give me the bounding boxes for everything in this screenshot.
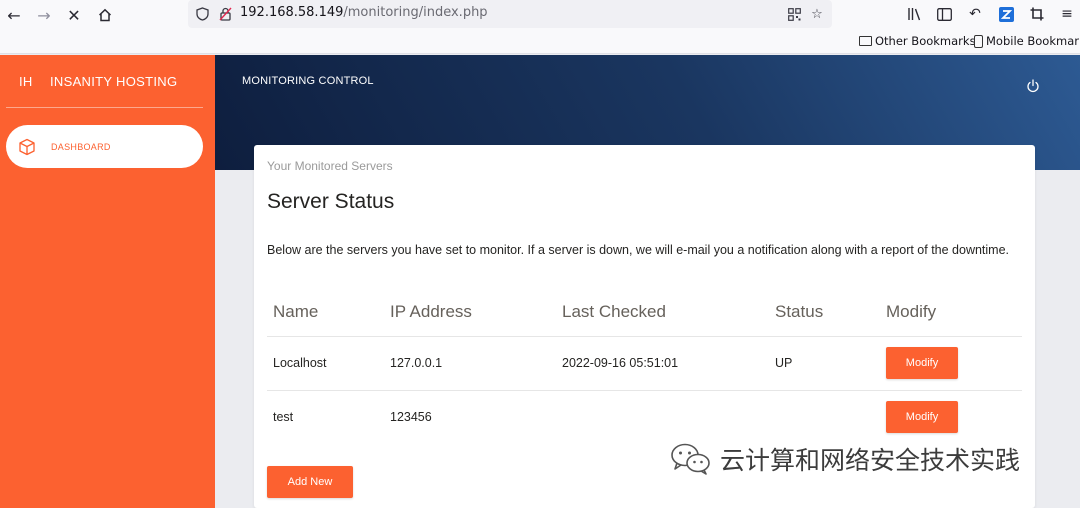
qr-code-icon[interactable] <box>785 5 803 23</box>
cell-status: UP <box>775 356 793 370</box>
extension-z-icon[interactable] <box>996 4 1016 24</box>
modify-button[interactable]: Modify <box>886 401 958 433</box>
tracking-shield-icon[interactable] <box>193 5 211 23</box>
row-divider <box>267 336 1022 337</box>
menu-hamburger-icon[interactable]: ≡ <box>1057 4 1077 24</box>
insecure-lock-icon[interactable] <box>216 5 234 23</box>
card-title: Server Status <box>267 190 395 213</box>
brand-logo-mini[interactable]: IH <box>19 74 33 89</box>
back-icon[interactable]: ← <box>3 4 25 26</box>
reply-arrow-icon[interactable]: ↶ <box>965 4 985 24</box>
cube-icon <box>19 138 35 155</box>
card-category: Your Monitored Servers <box>267 159 393 173</box>
watermark-text: 云计算和网络安全技术实践 <box>720 446 1021 475</box>
sidebar: IH INSANITY HOSTING DASHBOARD <box>0 55 215 508</box>
power-icon[interactable] <box>1026 79 1040 93</box>
column-header-last-checked: Last Checked <box>562 302 666 321</box>
sidebar-item-dashboard[interactable]: DASHBOARD <box>6 125 203 168</box>
home-icon[interactable] <box>94 4 116 26</box>
modify-button[interactable]: Modify <box>886 347 958 379</box>
cell-name: Localhost <box>273 356 327 370</box>
card-description: Below are the servers you have set to mo… <box>267 243 1010 257</box>
cell-ip: 127.0.0.1 <box>390 356 443 370</box>
cell-name: test <box>273 410 294 424</box>
column-header-ip: IP Address <box>390 302 472 321</box>
forward-icon[interactable]: → <box>33 4 55 26</box>
column-header-status: Status <box>775 302 824 321</box>
sidebar-toggle-icon[interactable] <box>934 4 954 24</box>
browser-toolbar: ← → ✕ 192.168.58.149/monitoring/index.ph… <box>0 0 1080 54</box>
folder-icon <box>859 36 872 46</box>
column-header-modify: Modify <box>886 302 937 321</box>
bookmark-mobile-label: Mobile Bookmarks <box>986 34 1080 48</box>
brand-name[interactable]: INSANITY HOSTING <box>50 74 177 89</box>
add-new-button[interactable]: Add New <box>267 466 353 498</box>
url-path: /monitoring/index.php <box>343 5 488 20</box>
page-title: MONITORING CONTROL <box>242 75 374 87</box>
mobile-icon <box>974 34 983 48</box>
library-icon[interactable] <box>904 4 924 24</box>
sidebar-item-label: DASHBOARD <box>51 141 111 152</box>
cell-last-checked: 2022-09-16 05:51:01 <box>562 356 679 370</box>
crop-icon[interactable] <box>1027 4 1047 24</box>
bookmark-other-label: Other Bookmarks <box>875 34 976 48</box>
row-divider <box>267 390 1022 391</box>
url-bar[interactable]: 192.168.58.149/monitoring/index.php ☆ <box>188 0 832 28</box>
cell-ip: 123456 <box>390 410 432 424</box>
wechat-icon <box>671 443 710 475</box>
stop-loading-icon[interactable]: ✕ <box>63 4 85 26</box>
column-header-name: Name <box>273 302 319 321</box>
bookmark-other[interactable]: Other Bookmarks <box>859 34 976 48</box>
sidebar-divider <box>6 107 203 108</box>
watermark: 云计算和网络安全技术实践 <box>670 441 1020 477</box>
bookmark-star-icon[interactable]: ☆ <box>808 5 826 23</box>
url-host: 192.168.58.149 <box>240 5 344 20</box>
bookmark-mobile[interactable]: Mobile Bookmarks <box>974 34 1080 48</box>
url-text[interactable]: 192.168.58.149/monitoring/index.php <box>240 5 488 20</box>
